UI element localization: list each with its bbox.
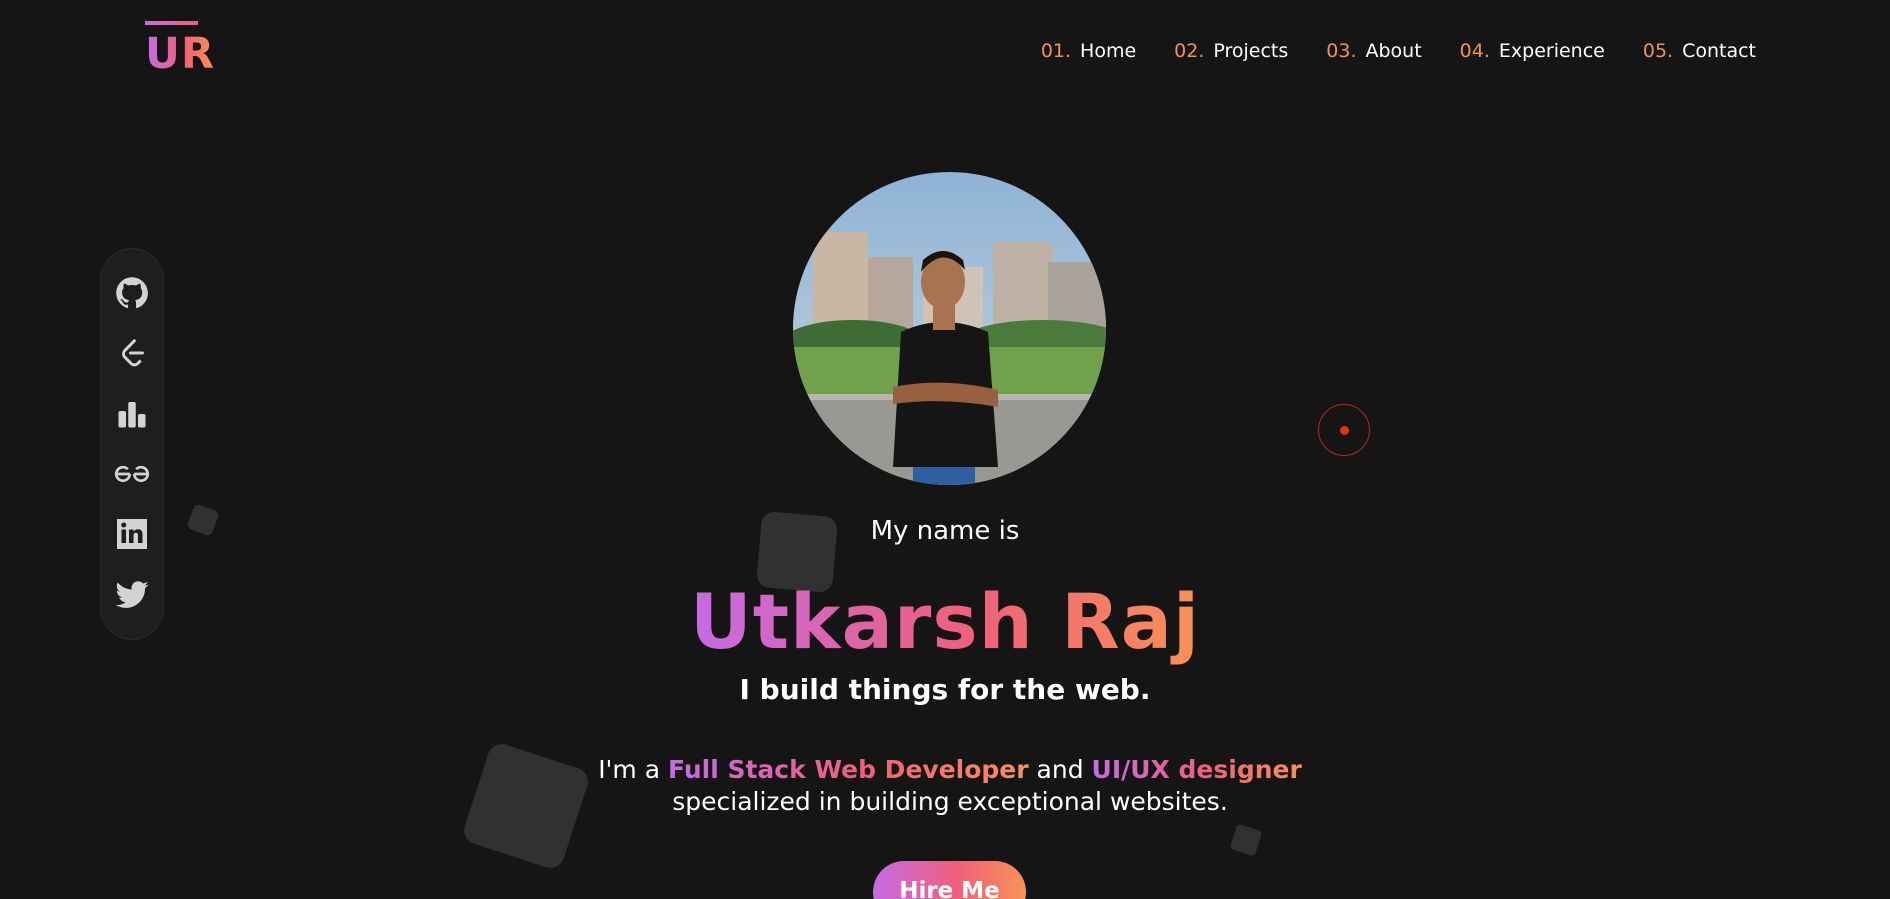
nav-label: Contact: [1682, 40, 1756, 62]
nav-number: 04.: [1459, 40, 1490, 62]
description: I'm a Full Stack Web Developer and UI/UX…: [560, 754, 1340, 818]
nav-item-experience[interactable]: 04. Experience: [1460, 40, 1605, 62]
nav-number: 01.: [1040, 40, 1072, 62]
nav-item-projects[interactable]: 02. Projects: [1174, 40, 1288, 62]
leetcode-icon[interactable]: [113, 334, 151, 372]
nav-number: 02.: [1174, 40, 1205, 62]
nav-number: 05.: [1642, 40, 1674, 62]
nav-label: Projects: [1213, 40, 1289, 62]
logo-bar: [145, 21, 198, 25]
nav-item-home[interactable]: 01. Home: [1041, 40, 1136, 62]
nav-number: 03.: [1326, 40, 1357, 62]
cursor-follower-ring: [1318, 404, 1370, 456]
hero-name-text: Utkarsh Raj: [690, 574, 1200, 669]
nav-item-contact[interactable]: 05. Contact: [1643, 40, 1756, 62]
github-icon[interactable]: [113, 274, 151, 312]
nav-item-about[interactable]: 03. About: [1326, 40, 1421, 62]
profile-photo: [793, 172, 1106, 485]
hero-name: Utkarsh Raj: [0, 574, 1890, 669]
description-part: specialized in building exceptional webs…: [672, 787, 1228, 816]
nav-label: Home: [1080, 40, 1137, 62]
cursor-follower-dot: [1340, 426, 1349, 435]
codechef-stats-icon[interactable]: [113, 395, 151, 433]
description-part: I'm a: [598, 755, 668, 784]
intro-text: My name is: [870, 516, 1020, 546]
decorative-square: [1229, 823, 1263, 857]
nav-label: About: [1365, 40, 1422, 62]
hire-me-button[interactable]: Hire Me: [873, 861, 1026, 899]
geeksforgeeks-icon[interactable]: [113, 455, 151, 493]
tagline: I build things for the web.: [739, 673, 1151, 706]
description-part: and: [1028, 755, 1092, 784]
main-nav: 01. Home 02. Projects 03. About 04. Expe…: [1041, 40, 1756, 62]
highlight-role: UI/UX designer: [1091, 755, 1302, 784]
logo-text: UR: [145, 29, 216, 79]
nav-label: Experience: [1498, 40, 1605, 62]
logo[interactable]: UR: [145, 21, 225, 81]
highlight-role: Full Stack Web Developer: [668, 755, 1029, 784]
